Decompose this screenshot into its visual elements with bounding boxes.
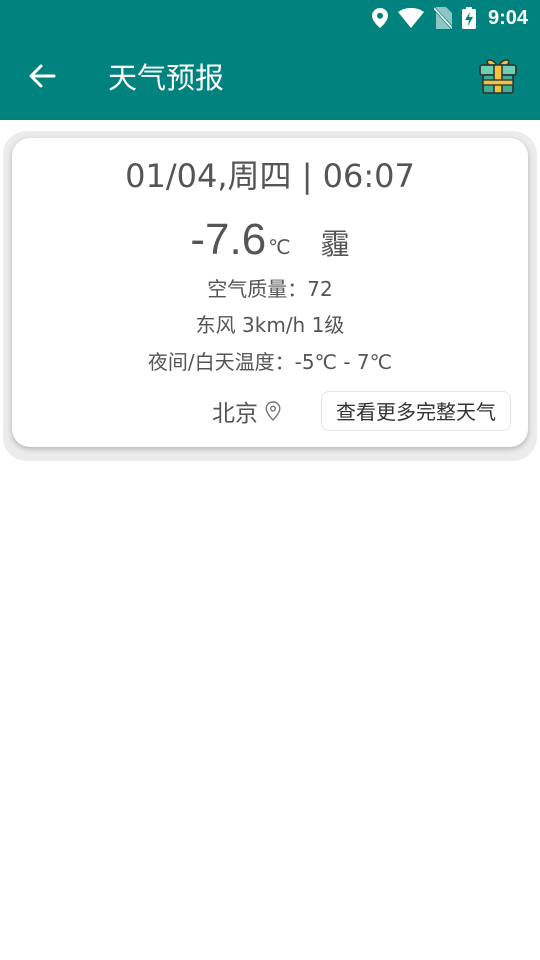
- city-location[interactable]: 北京: [212, 394, 281, 428]
- page-title: 天气预报: [108, 61, 225, 95]
- weather-condition: 霾: [320, 227, 350, 261]
- status-bar: 9:04: [0, 0, 540, 36]
- weather-card[interactable]: 01/04,周四 | 06:07 -7.6 ℃ 霾 空气质量：72 东风 3km…: [12, 138, 528, 447]
- back-button[interactable]: [20, 56, 64, 100]
- temperature-unit: ℃: [268, 235, 291, 259]
- temperature-range: 夜间/白天温度：-5℃ - 7℃: [147, 350, 393, 374]
- map-pin-icon: [265, 401, 281, 421]
- date-time: 01/04,周四 | 06:07: [125, 157, 415, 195]
- city-name: 北京: [212, 401, 258, 427]
- wind-info: 东风 3km/h 1级: [195, 313, 345, 337]
- arrow-left-icon: [28, 62, 56, 94]
- wifi-icon: [397, 8, 424, 28]
- no-sim-icon: [433, 7, 452, 29]
- temperature-value: -7.6: [190, 215, 267, 264]
- status-icons: 9:04: [371, 0, 528, 36]
- air-quality: 空气质量：72: [207, 277, 333, 301]
- more-weather-button[interactable]: 查看更多完整天气: [321, 391, 511, 431]
- gift-button[interactable]: [476, 56, 520, 100]
- weather-forecast-screen: 9:04 天气预报 01/04,周四 | 06:07 -7.6 ℃ 霾 空气质量…: [0, 0, 540, 960]
- battery-charging-icon: [461, 7, 476, 29]
- app-bar: 天气预报: [0, 36, 540, 120]
- temperature-row: -7.6 ℃ 霾: [12, 214, 528, 270]
- location-icon: [371, 8, 388, 28]
- status-time: 9:04: [487, 6, 528, 29]
- gift-box-icon: [477, 55, 519, 101]
